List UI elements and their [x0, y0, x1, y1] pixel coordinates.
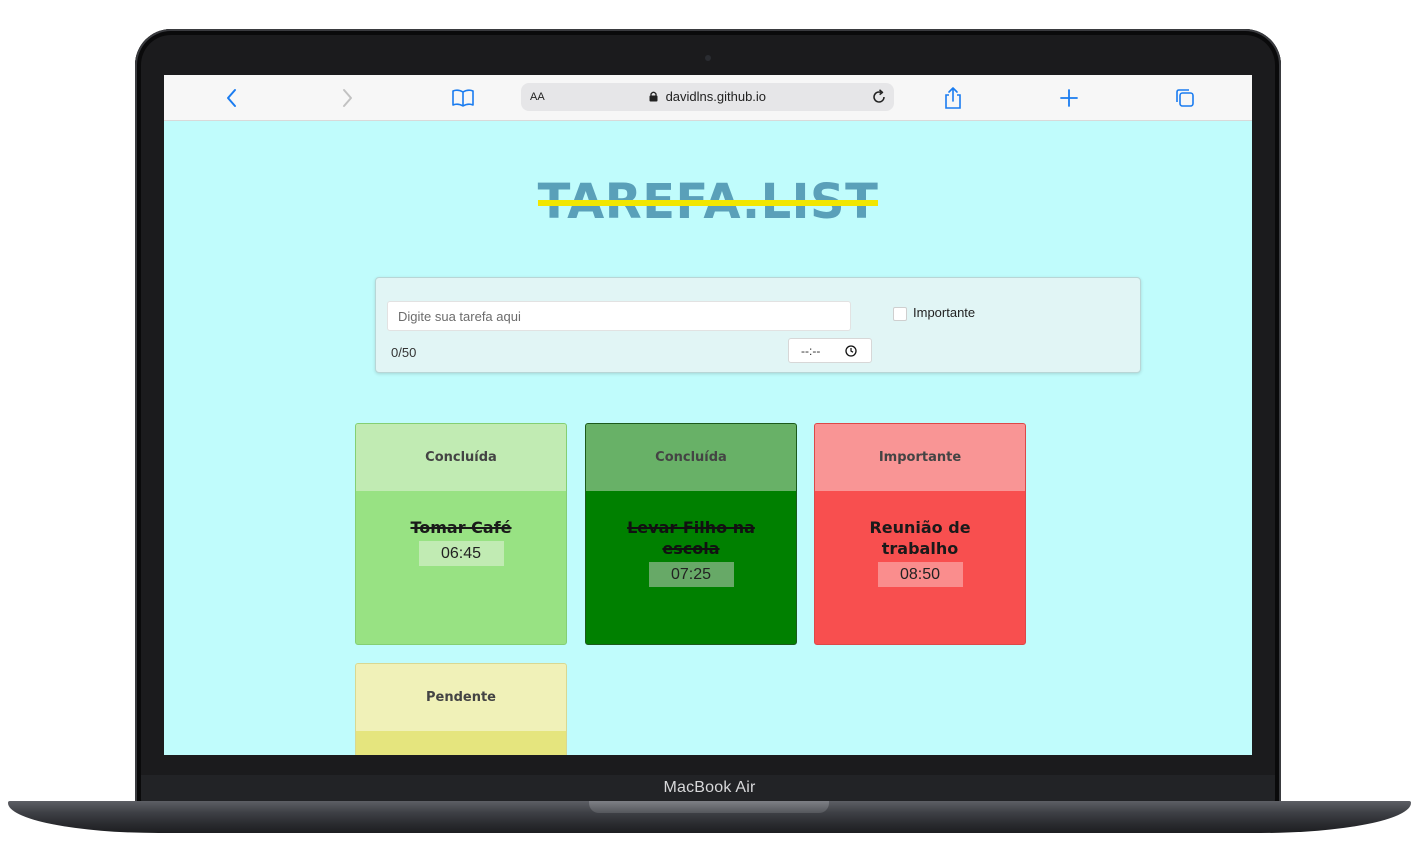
task-time: 07:25 [648, 562, 734, 587]
task-time: 06:45 [418, 541, 504, 566]
task-body: Tomar Café 06:45 [356, 491, 566, 566]
plus-icon [1060, 89, 1078, 107]
page-title: TAREFA.LIST [537, 170, 879, 234]
chevron-right-icon [343, 89, 352, 107]
task-card[interactable]: Importante Reunião de trabalho 08:50 [814, 423, 1026, 645]
new-tab-button[interactable] [1056, 85, 1082, 111]
important-checkbox[interactable] [893, 307, 907, 321]
clock-icon[interactable] [845, 345, 857, 357]
lock-icon [649, 91, 658, 102]
page-title-wrap: TAREFA.LIST [164, 170, 1252, 234]
task-status: Importante [815, 424, 1025, 491]
url-text-wrap: davidlns.github.io [521, 89, 894, 104]
tabs-icon [1176, 89, 1194, 107]
chevron-left-icon [227, 89, 236, 107]
char-counter: 0/50 [391, 345, 417, 360]
book-icon [452, 89, 474, 107]
task-body [356, 731, 566, 755]
forward-button[interactable] [334, 85, 360, 111]
reload-icon[interactable] [870, 88, 888, 106]
task-title: Tomar Café [410, 518, 512, 537]
task-body: Levar Filho na escola 07:25 [586, 491, 796, 587]
time-placeholder: --:-- [801, 344, 821, 358]
task-title: Reunião de trabalho [869, 518, 971, 558]
address-bar[interactable]: AA davidlns.github.io [521, 83, 894, 111]
task-body: Reunião de trabalho 08:50 [815, 491, 1025, 587]
laptop-notch [589, 801, 829, 813]
task-status: Concluída [586, 424, 796, 491]
url-text: davidlns.github.io [665, 89, 767, 104]
screen: AA davidlns.github.io TAREFA.LIST 0/50 -… [164, 75, 1252, 755]
task-status: Pendente [356, 664, 566, 731]
task-card[interactable]: Concluída Tomar Café 06:45 [355, 423, 567, 645]
bookmarks-button[interactable] [450, 85, 476, 111]
task-time: 08:50 [877, 562, 963, 587]
device-brand-label: MacBook Air [663, 779, 756, 796]
task-card[interactable]: Pendente [355, 663, 567, 755]
back-button[interactable] [219, 85, 245, 111]
task-input[interactable] [387, 301, 851, 331]
important-label: Importante [913, 305, 976, 320]
task-card[interactable]: Concluída Levar Filho na escola 07:25 [585, 423, 797, 645]
share-icon [945, 87, 961, 109]
time-input[interactable]: --:-- [788, 338, 872, 363]
task-form: 0/50 --:-- Importante [375, 277, 1141, 373]
task-status: Concluída [356, 424, 566, 491]
tabs-button[interactable] [1172, 85, 1198, 111]
camera-icon [705, 55, 711, 61]
task-title: Levar Filho na escola [627, 518, 755, 558]
browser-toolbar: AA davidlns.github.io [164, 75, 1252, 121]
title-strike-line [537, 200, 879, 206]
share-button[interactable] [940, 85, 966, 111]
